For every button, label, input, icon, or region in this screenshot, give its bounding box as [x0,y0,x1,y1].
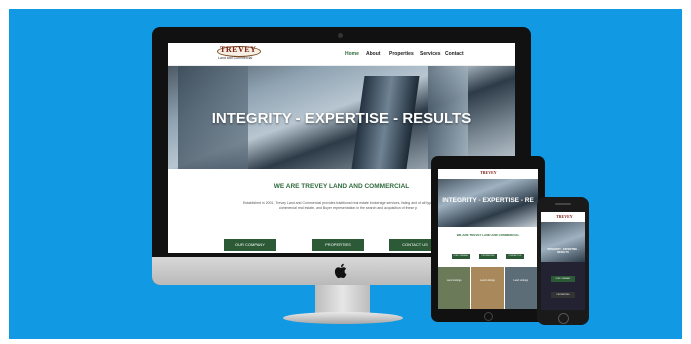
tablet-logo[interactable]: TREVEY [480,170,497,175]
tablet-about-heading: WE ARE TREVEY LAND AND COMMERCIAL [456,233,520,237]
listing-tile[interactable]: Land Listings [471,267,505,309]
listing-tile[interactable]: Land Listings [438,267,472,309]
properties-button[interactable]: PROPERTIES [312,239,364,251]
tablet-button[interactable]: CONTACT US [506,254,524,259]
nav-properties[interactable]: Properties [389,51,414,57]
apple-logo-icon [334,263,347,279]
nav-services[interactable]: Services [420,51,441,57]
phone-button[interactable]: OUR COMPANY [551,276,575,282]
phone-content: OUR COMPANY PROPERTIES [541,262,585,310]
tablet-button[interactable]: OUR COMPANY [452,254,470,259]
tablet-hero-title: INTEGRITY - EXPERTISE - RE [442,197,534,204]
phone-hero: INTEGRITY · EXPERTISE · RESULTS [541,222,585,262]
home-button-icon [484,312,493,321]
phone-button[interactable]: PROPERTIES [551,292,575,298]
tablet-listing-grid: Land Listings Land Listings Land Listing… [438,267,538,309]
tablet-button[interactable]: PROPERTIES [479,254,497,259]
about-text: Established in 2001, Trevey Land and Com… [242,201,454,210]
phone-logo[interactable]: TREVEY [556,214,573,219]
our-company-button[interactable]: OUR COMPANY [224,239,276,251]
hero-banner: INTEGRITY - EXPERTISE - RESULTS [168,66,515,169]
imac-stand-base [283,312,403,324]
nav-about[interactable]: About [366,51,380,57]
speaker-grille [555,203,571,205]
tablet-hero: INTEGRITY - EXPERTISE - RE [438,179,538,227]
phone-hero-title: INTEGRITY · EXPERTISE · RESULTS [547,248,579,254]
nav-home[interactable]: Home [345,51,359,57]
home-button-icon [558,313,569,324]
tablet-screen: TREVEY INTEGRITY - EXPERTISE - RE WE ARE… [438,169,538,309]
tablet-device: TREVEY INTEGRITY - EXPERTISE - RE WE ARE… [431,156,545,322]
logo-subtitle: Land and Commercial [218,56,253,60]
nav-contact[interactable]: Contact [445,51,464,57]
hero-title: INTEGRITY - EXPERTISE - RESULTS [211,110,472,127]
site-navbar: TREVEY Land and Commercial Home About Pr… [168,43,515,66]
logo-text: TREVEY [220,45,257,54]
imac-stand [315,285,370,315]
phone-screen: TREVEY INTEGRITY · EXPERTISE · RESULTS O… [541,212,585,310]
listing-tile[interactable]: Land Listings [504,267,538,309]
camera-dot [338,33,343,38]
phone-device: TREVEY INTEGRITY · EXPERTISE · RESULTS O… [537,197,589,325]
